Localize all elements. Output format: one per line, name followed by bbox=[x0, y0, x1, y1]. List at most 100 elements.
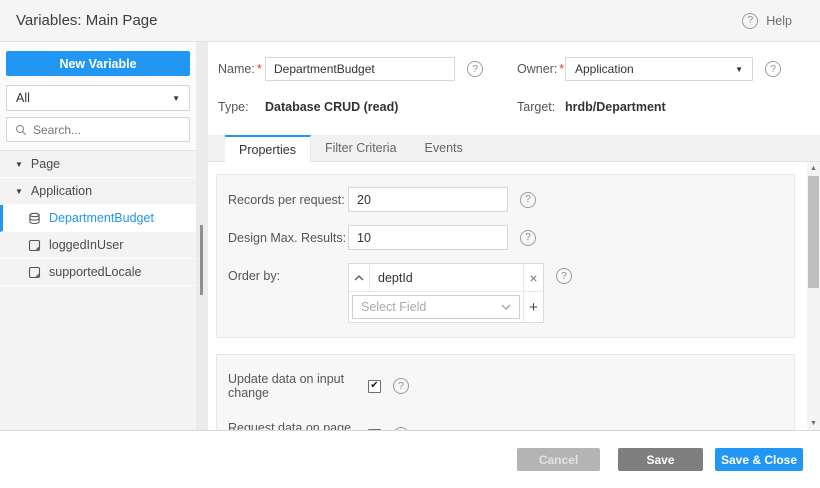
request-on-load-checkbox[interactable]: ✔ bbox=[368, 428, 381, 430]
save-and-close-button[interactable]: Save & Close bbox=[715, 448, 803, 471]
records-per-request-label: Records per request: bbox=[228, 192, 345, 207]
design-max-help-icon[interactable]: ? bbox=[520, 229, 536, 246]
sidebar-controls: New Variable All ▼ bbox=[0, 42, 196, 150]
variable-editor: Name:* ? Owner:* Application ▼ ? Type: D… bbox=[208, 42, 820, 430]
design-max-results-label: Design Max. Results: bbox=[228, 230, 347, 245]
variable-search bbox=[6, 117, 190, 142]
page-title: Variables: Main Page bbox=[16, 12, 158, 29]
static-variable-icon bbox=[28, 239, 41, 252]
tree-item-label: DepartmentBudget bbox=[49, 211, 154, 225]
owner-label: Owner: * bbox=[517, 62, 565, 76]
sidebar-scrollbar bbox=[196, 42, 208, 430]
scroll-down-button[interactable]: ▼ bbox=[807, 417, 820, 430]
update-on-input-row: Update data on input change ✔ ? bbox=[228, 372, 794, 400]
save-button[interactable]: Save bbox=[618, 448, 703, 471]
type-value: Database CRUD (read) bbox=[265, 100, 399, 114]
tree-group-application[interactable]: ▼ Application bbox=[0, 178, 196, 205]
target-label: Target: bbox=[517, 100, 556, 114]
records-per-request-input[interactable] bbox=[348, 187, 508, 212]
variables-dialog: Variables: Main Page ? Help New Variable… bbox=[0, 0, 820, 488]
tree-group-label: Page bbox=[30, 157, 61, 171]
type-label: Type: bbox=[218, 100, 249, 114]
caret-down-icon[interactable]: ▼ bbox=[15, 187, 23, 196]
chevron-up-icon bbox=[354, 274, 364, 280]
request-on-load-label: Request data on page load bbox=[228, 421, 352, 430]
editor-tabs: Properties Filter Criteria Events bbox=[208, 135, 820, 162]
dropdown-caret-icon: ▼ bbox=[735, 64, 743, 74]
owner-select-value: Application bbox=[575, 62, 634, 76]
select-field-dropdown[interactable]: Select Field bbox=[352, 295, 520, 319]
order-by-add-row: Select Field + bbox=[349, 291, 543, 322]
meta-row-name-owner: Name:* ? Owner:* Application ▼ ? bbox=[218, 56, 820, 82]
tab-filter-criteria[interactable]: Filter Criteria bbox=[311, 135, 411, 161]
data-settings-panel: Records per request: ? Design Max. Resul… bbox=[216, 174, 795, 338]
sort-ascending-toggle[interactable] bbox=[349, 264, 370, 291]
name-help-icon[interactable]: ? bbox=[467, 61, 483, 77]
dropdown-caret-icon: ▼ bbox=[172, 93, 180, 103]
name-input[interactable] bbox=[265, 57, 455, 81]
order-by-entry: × bbox=[349, 264, 543, 291]
owner-help-icon[interactable]: ? bbox=[765, 61, 781, 77]
variable-filter-value: All bbox=[16, 91, 30, 105]
help-label: Help bbox=[766, 13, 792, 28]
checkmark-icon: ✔ bbox=[370, 380, 379, 391]
cancel-button[interactable]: Cancel bbox=[517, 448, 600, 471]
select-field-placeholder: Select Field bbox=[361, 300, 427, 314]
tab-properties[interactable]: Properties bbox=[225, 135, 311, 162]
update-on-input-checkbox[interactable]: ✔ bbox=[368, 379, 381, 393]
order-by-label: Order by: bbox=[228, 269, 281, 283]
search-input[interactable] bbox=[33, 122, 181, 137]
scrollbar-track[interactable] bbox=[807, 288, 820, 417]
order-by-widget: × Select Field bbox=[348, 263, 544, 323]
scroll-up-button[interactable]: ▲ bbox=[807, 162, 820, 175]
tree-group-label: Application bbox=[30, 184, 93, 198]
request-on-load-row: Request data on page load ✔ ? bbox=[228, 421, 794, 430]
dialog-header: Variables: Main Page ? Help bbox=[0, 0, 820, 42]
behavior-panel: Update data on input change ✔ ? Request … bbox=[216, 354, 795, 430]
caret-down-icon[interactable]: ▼ bbox=[15, 160, 23, 169]
design-max-results-row: Design Max. Results: ? bbox=[228, 225, 794, 250]
order-by-help-icon[interactable]: ? bbox=[556, 268, 572, 284]
update-on-input-label: Update data on input change bbox=[228, 372, 345, 400]
remove-order-field-button[interactable]: × bbox=[523, 264, 543, 291]
database-crud-variable-icon bbox=[28, 212, 41, 225]
records-per-request-row: Records per request: ? bbox=[228, 187, 794, 212]
order-by-field-input[interactable] bbox=[370, 264, 523, 291]
required-marker: * bbox=[559, 62, 565, 76]
properties-tab-content: Records per request: ? Design Max. Resul… bbox=[208, 162, 820, 430]
required-marker: * bbox=[256, 62, 262, 76]
variables-sidebar: New Variable All ▼ ▼ Page bbox=[0, 42, 196, 430]
order-by-row: Order by: × bbox=[228, 263, 794, 323]
add-order-field-button[interactable]: + bbox=[523, 292, 543, 322]
tree-item-label: loggedInUser bbox=[49, 238, 124, 252]
target-value: hrdb/Department bbox=[565, 100, 666, 114]
content-scrollbar-thumb[interactable] bbox=[808, 176, 819, 288]
new-variable-button[interactable]: New Variable bbox=[6, 51, 190, 76]
design-max-results-input[interactable] bbox=[348, 225, 508, 250]
tab-events[interactable]: Events bbox=[411, 135, 477, 161]
tree-item-label: supportedLocale bbox=[49, 265, 142, 279]
update-on-input-help-icon[interactable]: ? bbox=[393, 378, 409, 394]
dialog-footer: Cancel Save Save & Close bbox=[0, 430, 820, 488]
content-scrollbar: ▲ ▼ bbox=[807, 162, 820, 430]
tree-item-loggedinuser[interactable]: loggedInUser bbox=[0, 232, 196, 259]
request-on-load-help-icon[interactable]: ? bbox=[393, 427, 409, 430]
select-field-wrap: Select Field bbox=[349, 292, 523, 322]
search-icon bbox=[15, 124, 27, 136]
static-variable-icon bbox=[28, 266, 41, 279]
help-circle-icon: ? bbox=[742, 12, 759, 29]
variables-tree: ▼ Page ▼ Application DepartmentBudget lo… bbox=[0, 150, 196, 430]
name-label: Name: * bbox=[218, 62, 262, 76]
sidebar-scrollbar-thumb[interactable] bbox=[200, 225, 203, 295]
meta-row-type-target: Type: Database CRUD (read) Target: hrdb/… bbox=[218, 98, 820, 116]
tree-item-supportedlocale[interactable]: supportedLocale bbox=[0, 259, 196, 286]
help-link[interactable]: ? Help bbox=[742, 12, 792, 29]
owner-select[interactable]: Application ▼ bbox=[565, 57, 753, 81]
variable-meta: Name:* ? Owner:* Application ▼ ? Type: D… bbox=[208, 42, 820, 116]
dialog-body: New Variable All ▼ ▼ Page bbox=[0, 42, 820, 430]
chevron-down-icon bbox=[501, 304, 511, 310]
records-help-icon[interactable]: ? bbox=[520, 191, 536, 208]
tree-group-page[interactable]: ▼ Page bbox=[0, 151, 196, 178]
tree-item-departmentbudget[interactable]: DepartmentBudget bbox=[0, 205, 196, 232]
variable-filter-select[interactable]: All ▼ bbox=[6, 85, 190, 111]
